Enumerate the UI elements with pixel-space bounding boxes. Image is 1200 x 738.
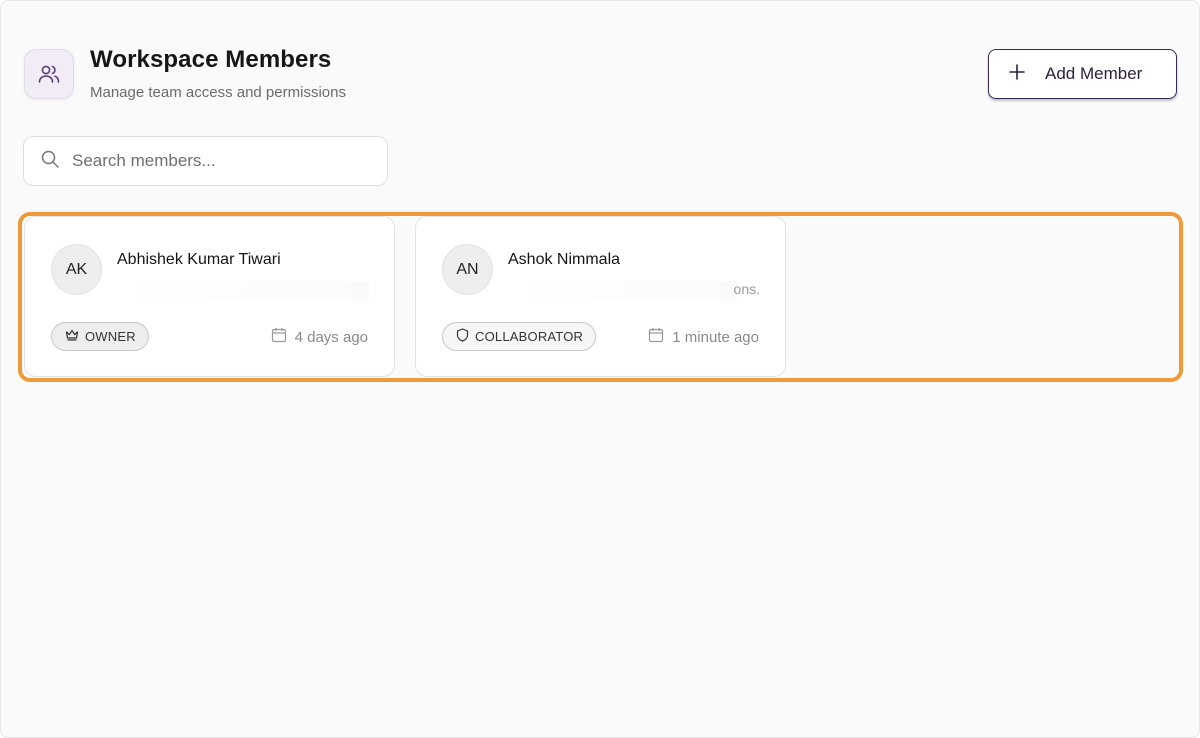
role-badge: OWNER: [51, 322, 149, 351]
joined-text: 4 days ago: [294, 328, 368, 346]
shield-icon: [456, 328, 469, 345]
member-email: ons.: [508, 281, 760, 299]
member-card[interactable]: AK Abhishek Kumar Tiwari OWNER 4 days ag…: [24, 216, 395, 377]
calendar-icon: [648, 327, 664, 347]
crown-icon: [65, 328, 79, 345]
role-label: OWNER: [85, 329, 136, 344]
joined-date: 4 days ago: [271, 327, 368, 347]
member-name: Abhishek Kumar Tiwari: [117, 251, 281, 268]
search-icon: [40, 149, 60, 174]
joined-text: 1 minute ago: [672, 328, 759, 346]
page-subtitle: Manage team access and permissions: [90, 84, 346, 101]
members-page: Workspace Members Manage team access and…: [0, 0, 1200, 738]
email-redaction: [117, 281, 369, 299]
page-title: Workspace Members: [90, 46, 332, 73]
role-label: COLLABORATOR: [475, 329, 584, 344]
role-badge: COLLABORATOR: [442, 322, 597, 351]
member-email: [117, 281, 369, 299]
users-icon: [24, 49, 74, 99]
search-box[interactable]: [23, 136, 388, 186]
member-name: Ashok Nimmala: [508, 251, 621, 268]
search-input[interactable]: [72, 151, 372, 171]
add-member-button[interactable]: Add Member: [988, 49, 1177, 99]
avatar: AK: [51, 244, 102, 295]
email-redaction: [508, 281, 738, 299]
add-member-label: Add Member: [1045, 64, 1143, 83]
calendar-icon: [271, 327, 287, 347]
member-card[interactable]: AN Ashok Nimmala ons. COLLABORATOR 1 min…: [415, 216, 786, 377]
joined-date: 1 minute ago: [648, 327, 759, 347]
avatar: AN: [442, 244, 493, 295]
plus-icon: [1009, 63, 1025, 85]
member-email-text: ons.: [733, 281, 760, 297]
